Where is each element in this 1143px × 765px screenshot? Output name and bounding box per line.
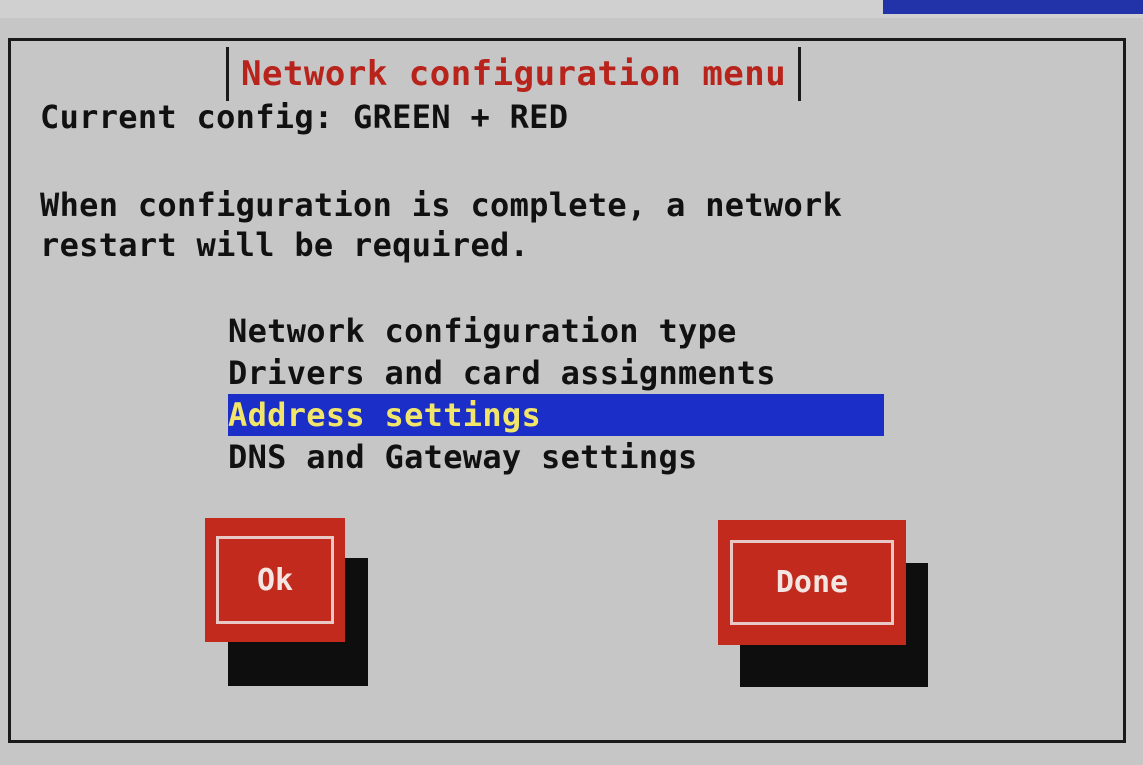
config-menu-list: Network configuration type Drivers and c… <box>228 310 884 478</box>
menu-item-drivers-and-card-assignments[interactable]: Drivers and card assignments <box>228 352 884 394</box>
dialog-title: Network configuration menu <box>241 54 787 94</box>
background-blue-strip <box>883 0 1143 14</box>
notice-text-line-1: When configuration is complete, a networ… <box>40 186 843 224</box>
ok-button[interactable]: Ok <box>205 518 345 642</box>
screen-top-edge <box>0 0 1143 18</box>
menu-item-dns-and-gateway-settings[interactable]: DNS and Gateway settings <box>228 436 884 478</box>
notice-text-line-2: restart will be required. <box>40 226 530 264</box>
dialog-title-box: Network configuration menu <box>226 47 802 101</box>
current-config-text: Current config: GREEN + RED <box>40 98 569 136</box>
console-screen: Network configuration menu Current confi… <box>0 0 1143 765</box>
menu-item-address-settings[interactable]: Address settings <box>228 394 884 436</box>
ok-button-label: Ok <box>256 562 294 598</box>
menu-item-network-configuration-type[interactable]: Network configuration type <box>228 310 884 352</box>
done-button[interactable]: Done <box>718 520 906 645</box>
done-button-label: Done <box>775 565 849 600</box>
